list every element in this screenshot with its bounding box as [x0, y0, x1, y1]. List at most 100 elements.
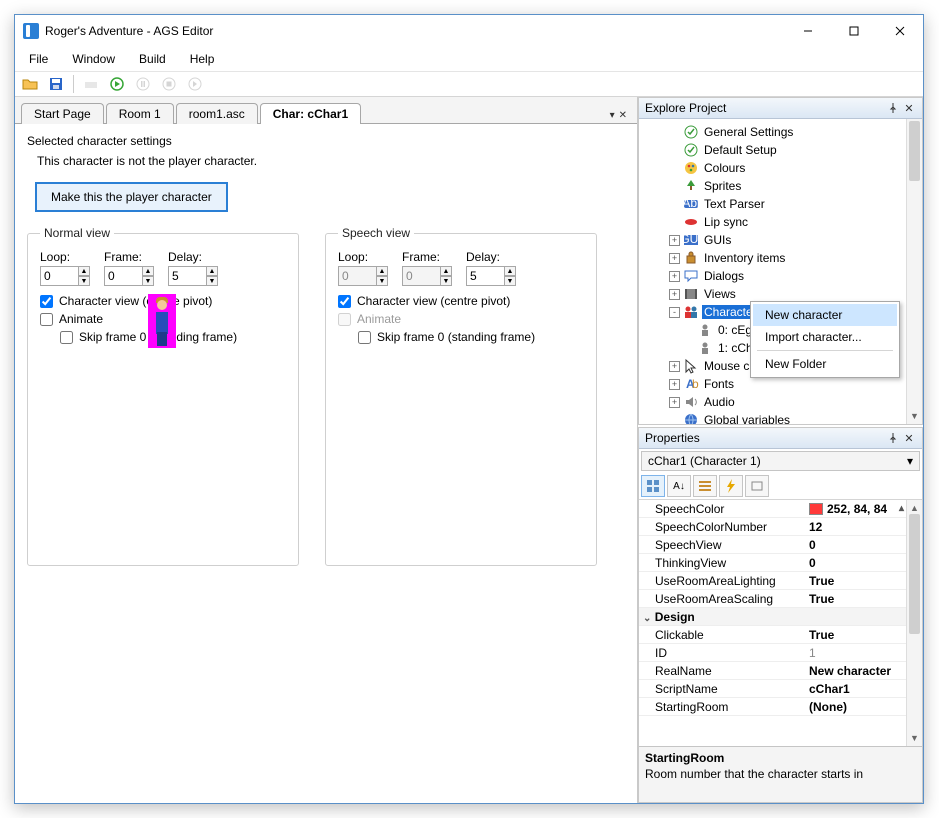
- property-row[interactable]: ScriptNamecChar1: [639, 680, 922, 698]
- expand-icon[interactable]: +: [669, 271, 680, 282]
- property-row[interactable]: ID1: [639, 644, 922, 662]
- gui-icon: GUI: [683, 232, 699, 248]
- tree-item[interactable]: +GUIGUIs: [641, 231, 920, 249]
- expand-icon[interactable]: -: [669, 307, 680, 318]
- tree-item[interactable]: AblText Parser: [641, 195, 920, 213]
- tree-icon: [683, 178, 699, 194]
- open-button[interactable]: [19, 73, 41, 95]
- categorized-button[interactable]: [641, 475, 665, 497]
- side-column: Explore Project ✕ General SettingsDefaul…: [638, 97, 923, 803]
- app-icon: [23, 23, 39, 39]
- close-button[interactable]: [877, 16, 923, 46]
- property-row[interactable]: UseRoomAreaLightingTrue: [639, 572, 922, 590]
- stop-button[interactable]: [158, 73, 180, 95]
- explore-title: Explore Project: [645, 101, 884, 115]
- property-grid[interactable]: SpeechColor252, 84, 84▴SpeechColorNumber…: [639, 500, 922, 746]
- globe-icon: [683, 412, 699, 424]
- close-panel-icon[interactable]: ✕: [902, 102, 916, 115]
- normal-loop-input[interactable]: [40, 266, 78, 286]
- tree-item[interactable]: +Dialogs: [641, 267, 920, 285]
- speaker-icon: [683, 394, 699, 410]
- normal-delay-input[interactable]: [168, 266, 206, 286]
- maximize-button[interactable]: [831, 16, 877, 46]
- ctx-new-character[interactable]: New character: [753, 304, 897, 326]
- menu-help[interactable]: Help: [180, 49, 225, 69]
- scrollbar-vertical[interactable]: ▲▼: [906, 500, 922, 746]
- property-row[interactable]: UseRoomAreaScalingTrue: [639, 590, 922, 608]
- propgrid-button[interactable]: [693, 475, 717, 497]
- scrollbar-vertical[interactable]: ▲▼: [906, 119, 922, 424]
- property-row[interactable]: StartingRoom(None): [639, 698, 922, 716]
- minimize-button[interactable]: [785, 16, 831, 46]
- font-icon: Ab: [683, 376, 699, 392]
- svg-text:b: b: [692, 377, 699, 391]
- tree-item[interactable]: Sprites: [641, 177, 920, 195]
- spinner[interactable]: ▲▼: [142, 266, 154, 286]
- pause-button[interactable]: [132, 73, 154, 95]
- spinner[interactable]: ▲▼: [504, 266, 516, 286]
- normal-view-group: Normal view Loop: ▲▼ Frame: ▲▼ Delay: ▲▼…: [27, 226, 299, 566]
- svg-text:Abl: Abl: [683, 196, 699, 210]
- frame-label: Frame:: [104, 250, 154, 264]
- tab-close-icon[interactable]: ✕: [619, 110, 627, 121]
- tree-item[interactable]: +Inventory items: [641, 249, 920, 267]
- property-row: ⌄ Design: [639, 608, 922, 626]
- make-player-button[interactable]: Make this the player character: [35, 182, 228, 212]
- speech-skipframe-check[interactable]: Skip frame 0 (standing frame): [358, 330, 584, 344]
- pin-icon[interactable]: [886, 433, 900, 443]
- step-button[interactable]: [184, 73, 206, 95]
- build-button[interactable]: [80, 73, 102, 95]
- tab-room1[interactable]: Room 1: [106, 103, 174, 124]
- speech-view-legend: Speech view: [338, 226, 414, 240]
- property-row[interactable]: RealNameNew character: [639, 662, 922, 680]
- close-panel-icon[interactable]: ✕: [902, 432, 916, 445]
- tree-item[interactable]: +Audio: [641, 393, 920, 411]
- run-button[interactable]: [106, 73, 128, 95]
- ctx-import-character[interactable]: Import character...: [753, 326, 897, 348]
- properties-combo[interactable]: cChar1 (Character 1) ▾: [641, 451, 920, 471]
- people-icon: [683, 304, 699, 320]
- spinner[interactable]: ▲▼: [206, 266, 218, 286]
- property-row[interactable]: ClickableTrue: [639, 626, 922, 644]
- tree-item[interactable]: Default Setup: [641, 141, 920, 159]
- ctx-new-folder[interactable]: New Folder: [753, 353, 897, 375]
- cursor-icon: [683, 358, 699, 374]
- expand-icon[interactable]: +: [669, 379, 680, 390]
- tree-item[interactable]: Global variables: [641, 411, 920, 424]
- normal-frame-input[interactable]: [104, 266, 142, 286]
- property-row[interactable]: ThinkingView0: [639, 554, 922, 572]
- speech-charview-check[interactable]: Character view (centre pivot): [338, 294, 584, 308]
- tab-dropdown-icon[interactable]: ▾: [610, 110, 615, 121]
- pin-icon[interactable]: [886, 103, 900, 113]
- tree-item[interactable]: Colours: [641, 159, 920, 177]
- property-row[interactable]: SpeechView0: [639, 536, 922, 554]
- alphabetical-button[interactable]: A↓: [667, 475, 691, 497]
- speech-delay-input[interactable]: [466, 266, 504, 286]
- property-row[interactable]: SpeechColorNumber12: [639, 518, 922, 536]
- property-row[interactable]: SpeechColor252, 84, 84▴: [639, 500, 922, 518]
- tab-start-page[interactable]: Start Page: [21, 103, 104, 124]
- tab-room1-asc[interactable]: room1.asc: [176, 103, 258, 124]
- collapse-icon[interactable]: ⌄: [643, 613, 651, 624]
- menu-file[interactable]: File: [19, 49, 58, 69]
- delay-label: Delay:: [466, 250, 516, 264]
- save-button[interactable]: [45, 73, 67, 95]
- events-button[interactable]: [719, 475, 743, 497]
- spinner[interactable]: ▲▼: [78, 266, 90, 286]
- person-icon: [697, 340, 713, 356]
- tab-char[interactable]: Char: cChar1: [260, 103, 361, 124]
- palette-icon: [683, 160, 699, 176]
- speech-loop-input: [338, 266, 376, 286]
- expand-icon[interactable]: +: [669, 253, 680, 264]
- properties-panel: Properties ✕ cChar1 (Character 1) ▾ A↓: [638, 427, 923, 803]
- tree-item[interactable]: General Settings: [641, 123, 920, 141]
- expand-icon[interactable]: +: [669, 361, 680, 372]
- expand-icon[interactable]: +: [669, 397, 680, 408]
- menu-window[interactable]: Window: [62, 49, 125, 69]
- expand-icon[interactable]: +: [669, 235, 680, 246]
- tree-item[interactable]: Lip sync: [641, 213, 920, 231]
- expand-icon[interactable]: +: [669, 289, 680, 300]
- other-button[interactable]: [745, 475, 769, 497]
- menu-build[interactable]: Build: [129, 49, 176, 69]
- document-area: Selected character settings This charact…: [15, 123, 637, 803]
